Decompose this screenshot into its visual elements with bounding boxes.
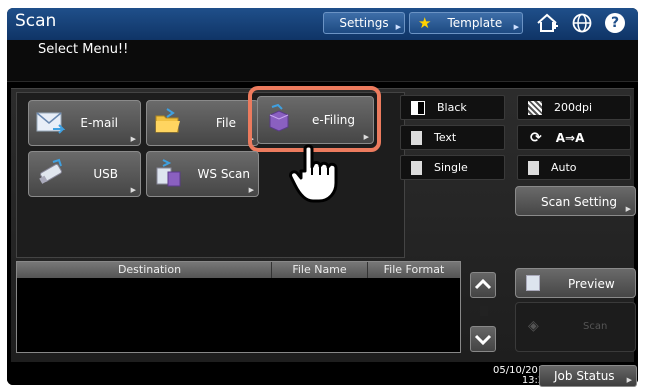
- template-label: Template: [447, 16, 503, 30]
- help-icon[interactable]: ?: [605, 13, 625, 33]
- title-bar: Scan Settings ▶ ★ Template ▶ ?: [7, 8, 638, 40]
- app-title: Scan: [15, 11, 57, 31]
- job-status-label: Job Status: [554, 369, 615, 383]
- black-color-icon: [411, 100, 425, 115]
- hand-pointer-icon: [287, 143, 347, 205]
- preview-label: Preview: [568, 277, 615, 291]
- resolution-value: 200dpi: [554, 101, 593, 114]
- arrow-icon: ▶: [626, 376, 632, 384]
- duplex-setting[interactable]: Single: [400, 155, 505, 180]
- arrow-icon: ▶: [130, 135, 136, 143]
- email-button[interactable]: E-mail ▶: [28, 100, 141, 146]
- job-status-button[interactable]: Job Status ▶: [539, 365, 637, 387]
- instruction-message: Select Menu!!: [38, 42, 129, 57]
- arrow-icon: ▶: [363, 133, 369, 141]
- resolution-icon: [528, 100, 542, 115]
- efiling-box-icon: [264, 103, 294, 133]
- template-button[interactable]: ★ Template ▶: [409, 12, 523, 34]
- scan-setting-button[interactable]: Scan Setting ▶: [515, 186, 636, 216]
- usb-label: USB: [93, 167, 118, 181]
- folder-icon: [153, 107, 183, 137]
- scroll-position-indicator: [480, 306, 488, 316]
- scroll-down-button[interactable]: [470, 326, 496, 352]
- ws-scan-label: WS Scan: [197, 167, 250, 181]
- efiling-label: e-Filing: [312, 113, 355, 127]
- color-mode-value: Black: [437, 101, 467, 114]
- scan-setting-label: Scan Setting: [541, 195, 617, 209]
- efiling-button[interactable]: e-Filing ▶: [257, 96, 374, 144]
- arrow-icon: ▶: [248, 186, 254, 194]
- column-header-file-name: File Name: [292, 263, 347, 276]
- scroll-up-button[interactable]: [470, 272, 496, 298]
- message-bar: Select Menu!!: [7, 40, 638, 82]
- usb-button[interactable]: USB ▶: [28, 151, 141, 197]
- original-mode-setting[interactable]: Text: [400, 125, 505, 150]
- scan-button[interactable]: ◈ Scan: [515, 302, 636, 352]
- column-header-destination: Destination: [117, 263, 182, 276]
- star-icon: ★: [418, 14, 432, 32]
- scan-label: Scan: [583, 321, 608, 332]
- settings-button[interactable]: Settings ▶: [323, 12, 405, 34]
- arrow-icon: ▶: [625, 205, 631, 213]
- auto-size-icon: [528, 160, 539, 175]
- document-icon: [411, 130, 422, 145]
- file-label: File: [215, 116, 236, 130]
- globe-icon[interactable]: [571, 12, 593, 34]
- color-mode-setting[interactable]: Black: [400, 95, 505, 120]
- home-icon[interactable]: [535, 12, 559, 34]
- resolution-setting[interactable]: 200dpi: [517, 95, 631, 120]
- preview-button[interactable]: Preview: [515, 268, 636, 298]
- column-header-file-format: File Format: [383, 263, 445, 276]
- table-header: Destination File Name File Format: [17, 262, 460, 278]
- arrow-icon: ▶: [130, 186, 136, 194]
- email-icon: [35, 107, 66, 137]
- original-size-setting[interactable]: Auto: [517, 155, 631, 180]
- rotate-icon: ⟳: [530, 129, 542, 146]
- ws-scan-button[interactable]: WS Scan ▶: [146, 151, 259, 197]
- scan-start-icon: ◈: [528, 318, 539, 334]
- arrow-icon: ▶: [395, 23, 401, 31]
- destination-table[interactable]: Destination File Name File Format: [16, 261, 461, 353]
- arrow-icon: ▶: [513, 23, 519, 31]
- rotation-setting[interactable]: ⟳ A⇒A: [517, 125, 631, 150]
- preview-icon: [526, 275, 540, 291]
- single-side-icon: [411, 160, 422, 175]
- ws-scan-icon: [153, 158, 183, 188]
- original-size-value: Auto: [551, 161, 577, 174]
- settings-label: Settings: [339, 16, 389, 30]
- file-button[interactable]: File ▶: [146, 100, 259, 146]
- usb-icon: [35, 158, 65, 188]
- duplex-value: Single: [434, 161, 468, 174]
- rotation-value: A⇒A: [555, 130, 585, 145]
- email-label: E-mail: [80, 116, 118, 130]
- original-mode-value: Text: [434, 131, 457, 144]
